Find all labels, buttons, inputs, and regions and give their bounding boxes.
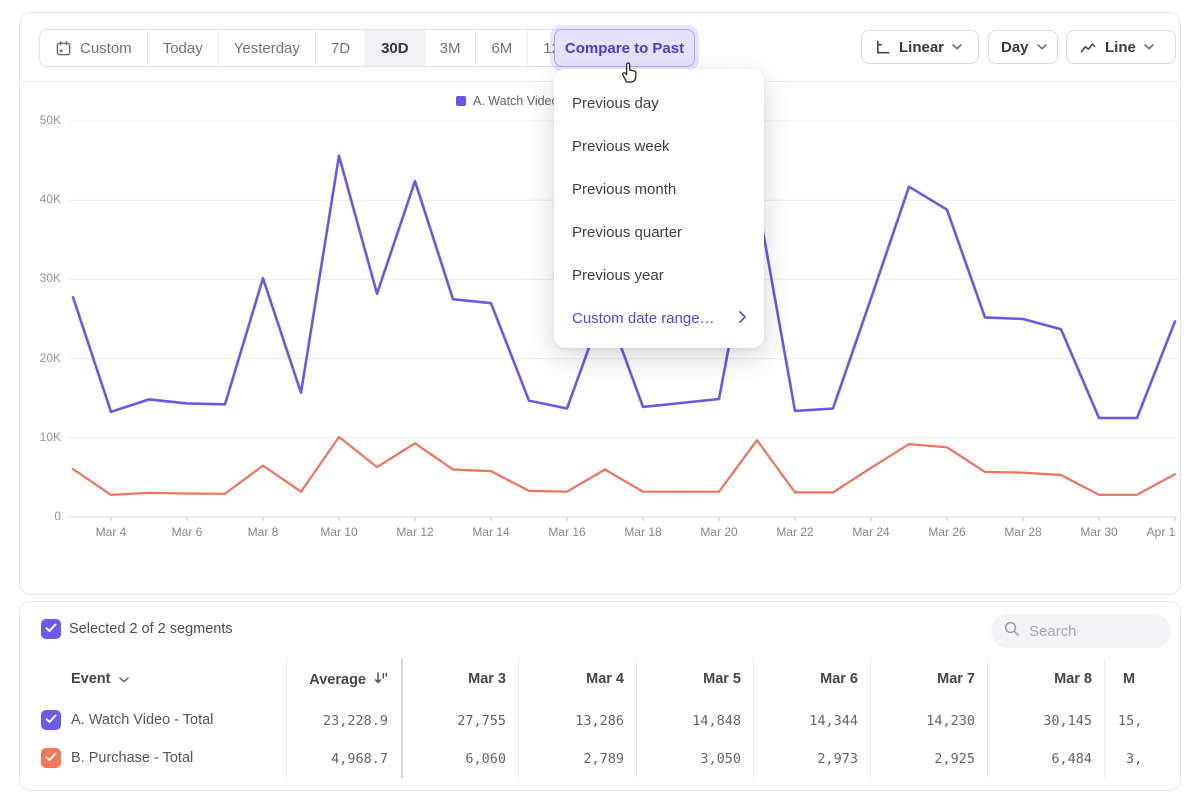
y-axis-label: 10K — [20, 430, 61, 444]
menu-item-previous-month[interactable]: Previous month — [554, 168, 764, 211]
x-axis-label: Mar 8 — [233, 525, 293, 539]
hand-pointer-cursor — [618, 59, 641, 90]
x-axis-label: Mar 4 — [81, 525, 141, 539]
menu-items-container: Previous dayPrevious weekPrevious monthP… — [554, 82, 764, 297]
series-line — [73, 437, 1175, 495]
search-box[interactable] — [991, 614, 1171, 648]
segments-table-card: Selected 2 of 2 segments Event Average Mar… — [19, 601, 1181, 791]
y-axis-label: 20K — [20, 351, 61, 365]
x-axis-label: Mar 22 — [765, 525, 825, 539]
value-cell: 30,145 — [992, 713, 1092, 729]
x-axis-label: Apr 1 — [1131, 525, 1191, 539]
clipped-column-header[interactable]: M — [1123, 671, 1135, 687]
menu-item-custom-date-range[interactable]: Custom date range… — [554, 297, 764, 340]
selected-segments-label: Selected 2 of 2 segments — [69, 621, 233, 637]
average-header-label: Average — [309, 672, 366, 688]
checkmark-icon — [45, 711, 57, 729]
x-axis-label: Mar 14 — [461, 525, 521, 539]
value-cell: 13,286 — [524, 713, 624, 729]
y-axis-label: 40K — [20, 192, 61, 206]
date-column-header[interactable]: Mar 8 — [992, 671, 1092, 687]
date-column-header[interactable]: Mar 6 — [758, 671, 858, 687]
checkmark-icon — [45, 620, 57, 638]
date-column-header[interactable]: Mar 7 — [875, 671, 975, 687]
value-cell: 27,755 — [406, 713, 506, 729]
column-divider — [753, 659, 754, 778]
segment-row-label[interactable]: B. Purchase - Total — [71, 750, 193, 766]
x-axis-label: Mar 6 — [157, 525, 217, 539]
search-icon — [1003, 620, 1020, 642]
row-checkbox[interactable] — [41, 710, 61, 730]
row-checkbox[interactable] — [41, 748, 61, 768]
date-column-header[interactable]: Mar 5 — [641, 671, 741, 687]
analytics-page: CustomTodayYesterday7D30D3M6M12M Compare… — [0, 0, 1200, 802]
chart-card: CustomTodayYesterday7D30D3M6M12M Compare… — [19, 12, 1181, 595]
x-axis-label: Mar 30 — [1069, 525, 1129, 539]
x-axis-label: Mar 26 — [917, 525, 977, 539]
column-divider — [870, 659, 871, 778]
x-axis-label: Mar 18 — [613, 525, 673, 539]
x-axis-label: Mar 28 — [993, 525, 1053, 539]
chevron-right-icon — [739, 310, 746, 327]
search-input[interactable] — [1029, 623, 1149, 640]
value-cell: 2,925 — [875, 751, 975, 767]
select-all-checkbox[interactable] — [41, 619, 61, 639]
value-cell: 14,344 — [758, 713, 858, 729]
clipped-value-cell: 3, — [1126, 751, 1171, 767]
menu-item-previous-day[interactable]: Previous day — [554, 82, 764, 125]
x-axis-label: Mar 20 — [689, 525, 749, 539]
legend-swatch — [456, 96, 466, 106]
average-column-header[interactable]: Average — [248, 671, 388, 689]
x-axis-label: Mar 10 — [309, 525, 369, 539]
event-header-label: Event — [71, 671, 111, 687]
y-axis-label: 0 — [20, 509, 61, 523]
average-value-cell: 4,968.7 — [248, 751, 388, 767]
menu-item-previous-year[interactable]: Previous year — [554, 254, 764, 297]
menu-item-label: Custom date range… — [572, 310, 715, 327]
event-column-header[interactable]: Event — [71, 671, 129, 687]
y-axis-label: 50K — [20, 113, 61, 127]
x-axis-label: Mar 16 — [537, 525, 597, 539]
column-divider — [636, 659, 637, 778]
value-cell: 6,484 — [992, 751, 1092, 767]
column-divider — [987, 659, 988, 778]
average-value-cell: 23,228.9 — [248, 713, 388, 729]
value-cell: 2,973 — [758, 751, 858, 767]
x-axis-label: Mar 12 — [385, 525, 445, 539]
value-cell: 3,050 — [641, 751, 741, 767]
value-cell: 2,789 — [524, 751, 624, 767]
clipped-value-cell: 15, — [1118, 713, 1163, 729]
menu-item-previous-week[interactable]: Previous week — [554, 125, 764, 168]
value-cell: 6,060 — [406, 751, 506, 767]
segment-row-label[interactable]: A. Watch Video - Total — [71, 712, 213, 728]
chevron-down-icon — [119, 671, 129, 687]
date-column-header[interactable]: Mar 4 — [524, 671, 624, 687]
column-divider — [518, 659, 519, 778]
menu-item-previous-quarter[interactable]: Previous quarter — [554, 211, 764, 254]
value-cell: 14,230 — [875, 713, 975, 729]
y-axis-label: 30K — [20, 271, 61, 285]
checkmark-icon — [45, 749, 57, 767]
date-column-header[interactable]: Mar 3 — [406, 671, 506, 687]
sort-descending-icon — [374, 671, 388, 689]
x-axis-label: Mar 24 — [841, 525, 901, 539]
frozen-column-divider — [401, 659, 403, 778]
value-cell: 14,848 — [641, 713, 741, 729]
compare-popover-menu: Previous dayPrevious weekPrevious monthP… — [554, 69, 764, 348]
column-divider — [1104, 659, 1105, 778]
